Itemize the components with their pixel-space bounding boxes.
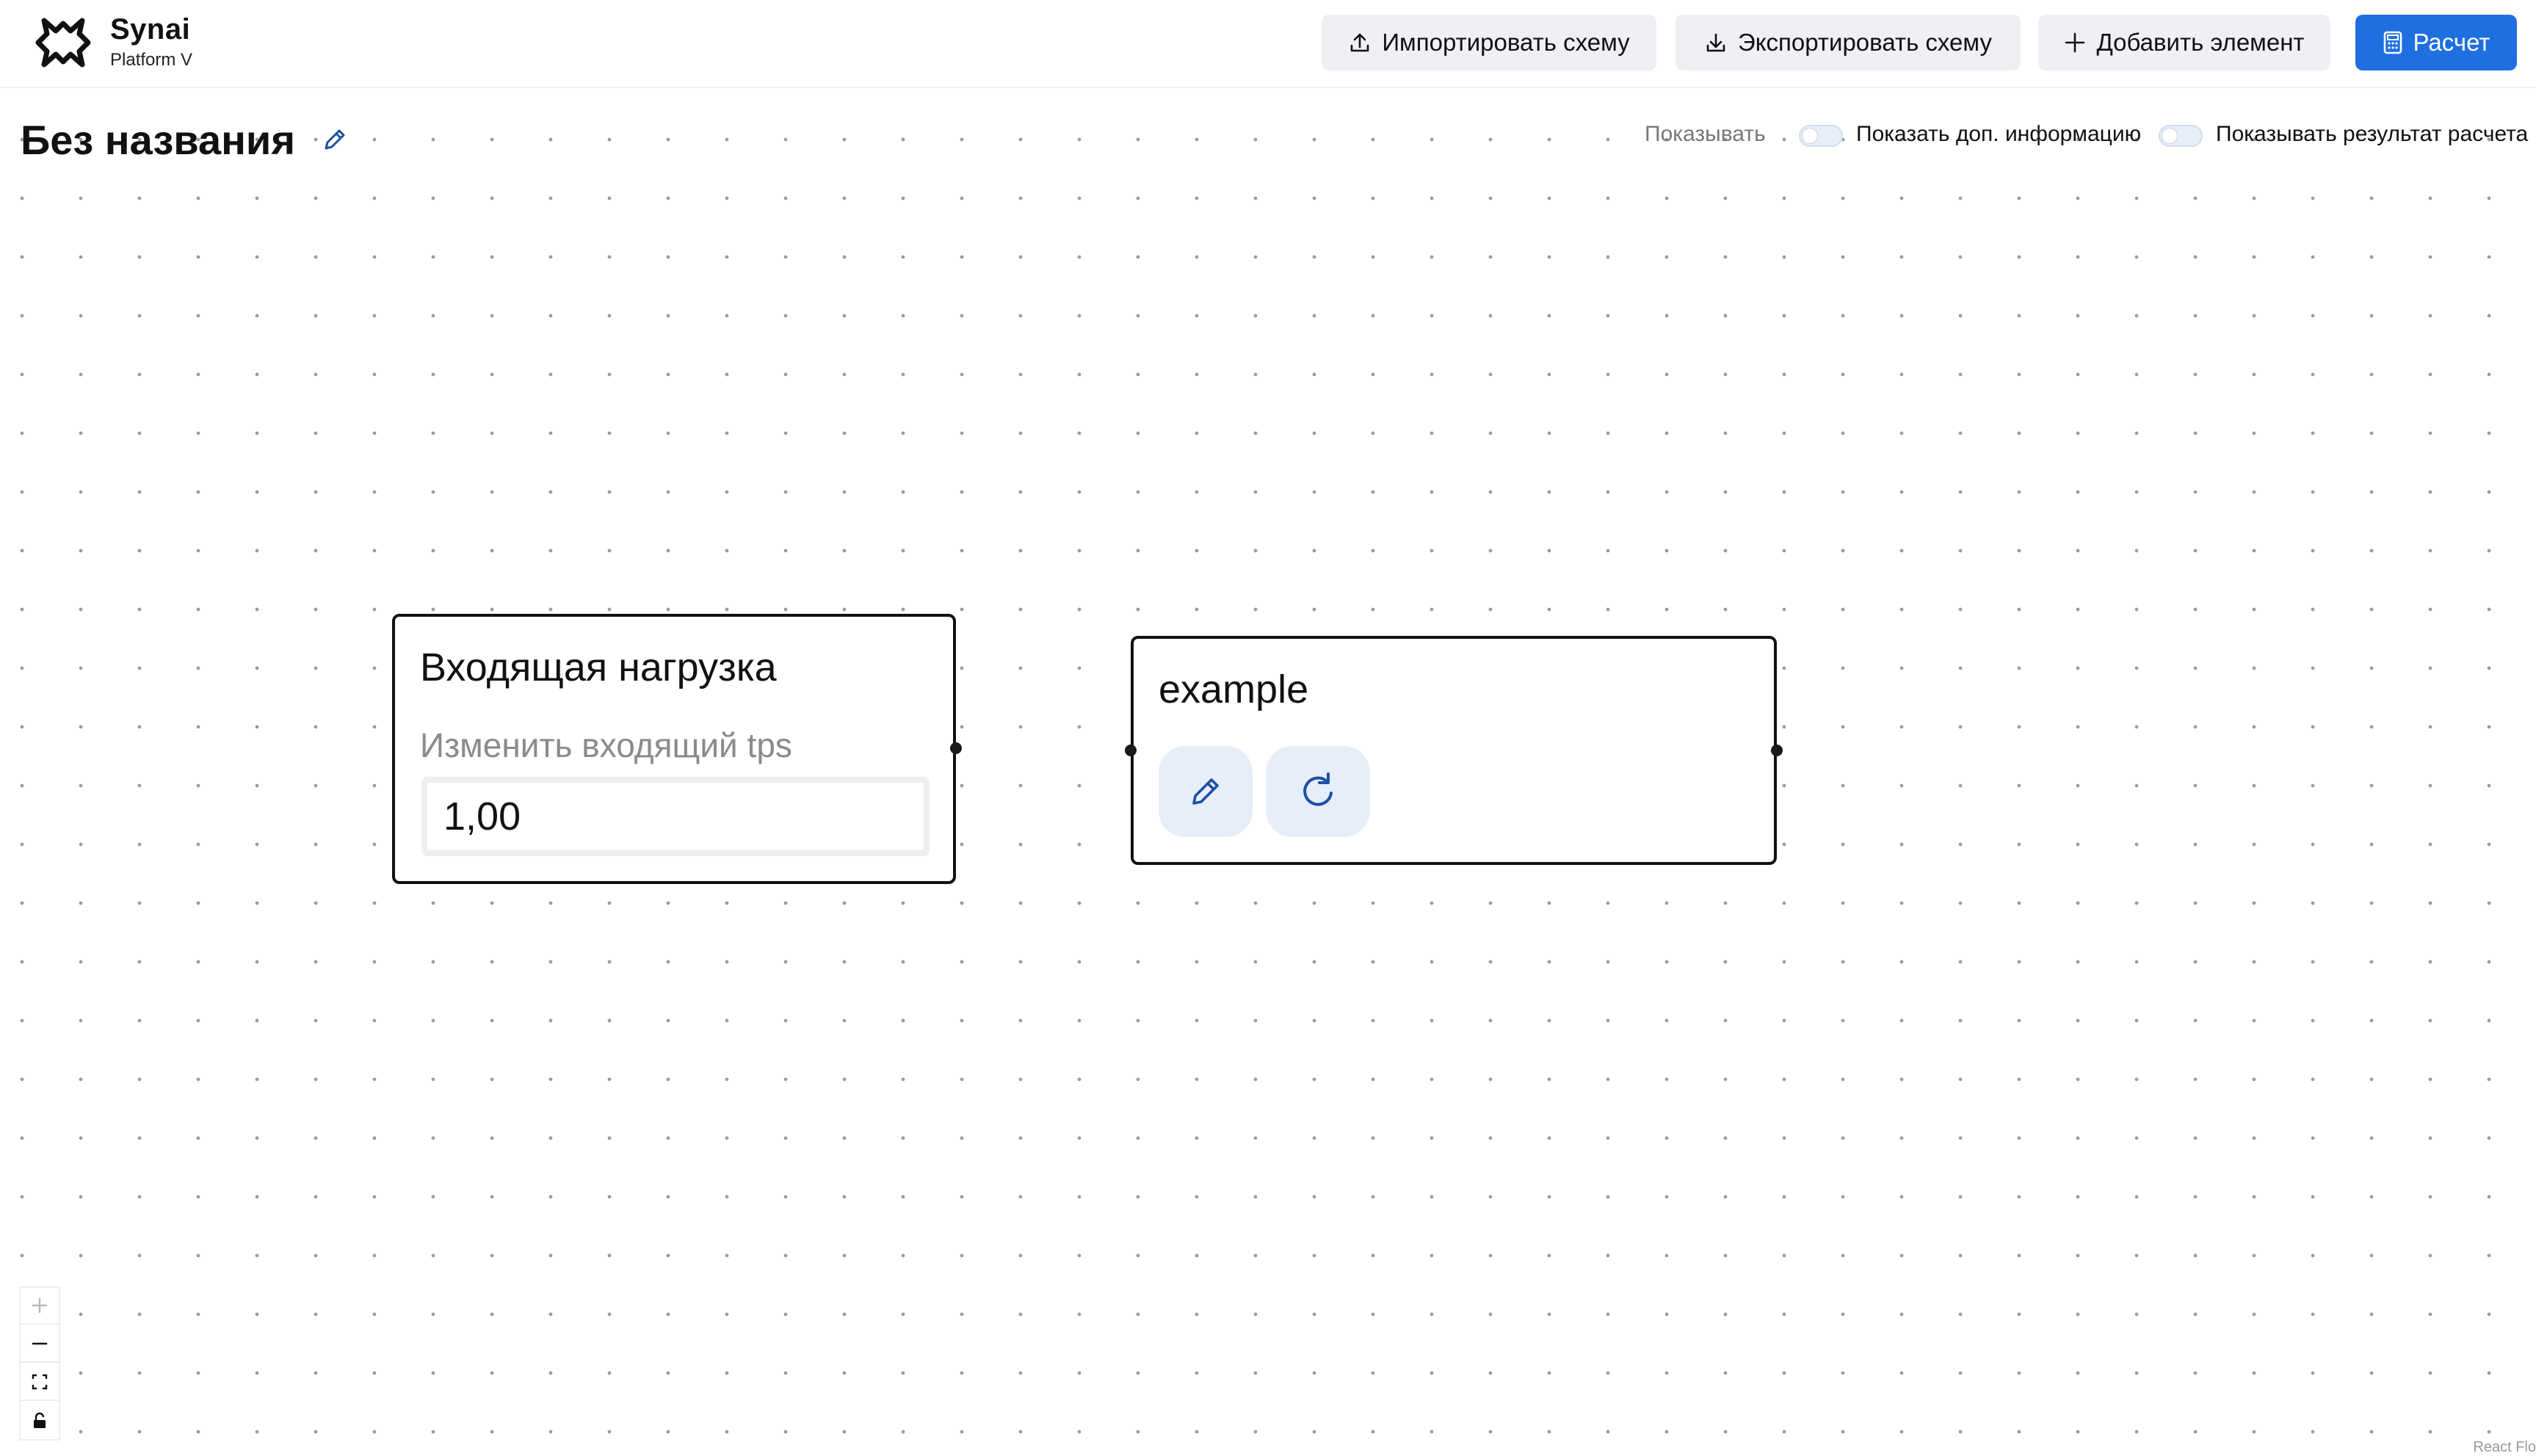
calculate-label: Расчет	[2413, 29, 2490, 56]
node-incoming-load[interactable]: Входящая нагрузка Изменить входящий tps	[392, 614, 956, 884]
download-icon	[1706, 33, 1725, 52]
node-example[interactable]: example	[1131, 636, 1777, 865]
fit-view-button[interactable]	[21, 1364, 59, 1401]
page-title: Без названия	[21, 117, 296, 163]
node-edit-button[interactable]	[1159, 746, 1253, 837]
calculator-icon	[2383, 31, 2402, 54]
flow-controls	[19, 1286, 60, 1441]
app-header: Synai Platform V Импортировать схему Экс…	[0, 0, 2536, 88]
node-output-handle[interactable]	[950, 742, 962, 754]
toggle-knob	[2162, 128, 2177, 143]
add-element-button[interactable]: Добавить элемент	[2038, 15, 2330, 70]
show-extra-info-label: Показать доп. информацию	[1856, 122, 2142, 146]
react-flow-attribution[interactable]: React Flo	[2473, 1439, 2536, 1456]
upload-icon	[1351, 33, 1369, 52]
synai-logo-icon[interactable]	[34, 13, 93, 72]
import-scheme-button[interactable]: Импортировать схему	[1322, 15, 1656, 70]
lock-button[interactable]	[21, 1402, 59, 1439]
node-input-handle[interactable]	[1125, 745, 1137, 756]
toggle-knob	[1803, 128, 1817, 143]
node-title: Входящая нагрузка	[420, 645, 777, 689]
export-scheme-label: Экспортировать схему	[1738, 29, 1992, 56]
node-output-handle[interactable]	[1771, 745, 1783, 756]
plus-icon	[2065, 32, 2085, 53]
show-calc-result-toggle[interactable]	[2159, 125, 2203, 147]
brand-subtitle: Platform V	[110, 50, 193, 70]
show-calc-result-label: Показывать результат расчета	[2216, 122, 2529, 146]
fit-view-icon	[32, 1374, 48, 1390]
export-scheme-button[interactable]: Экспортировать схему	[1675, 15, 2021, 70]
pencil-icon[interactable]	[320, 125, 349, 154]
import-scheme-label: Импортировать схему	[1382, 29, 1630, 56]
zoom-in-button[interactable]	[21, 1288, 59, 1325]
zoom-out-button[interactable]	[21, 1326, 59, 1363]
tps-input[interactable]	[421, 777, 930, 856]
calculate-button[interactable]: Расчет	[2355, 15, 2517, 70]
plus-icon	[32, 1297, 48, 1314]
brand-name: Synai	[110, 13, 191, 46]
minus-icon	[32, 1342, 48, 1345]
node-refresh-button[interactable]	[1266, 746, 1370, 837]
pencil-icon	[1192, 778, 1219, 805]
node-title: example	[1159, 667, 1309, 711]
tps-field-label: Изменить входящий tps	[420, 726, 792, 764]
lock-icon	[34, 1412, 46, 1428]
refresh-icon	[1303, 772, 1333, 806]
show-label: Показывать	[1645, 122, 1766, 146]
add-element-label: Добавить элемент	[2096, 29, 2305, 56]
show-extra-info-toggle[interactable]	[1799, 125, 1843, 147]
